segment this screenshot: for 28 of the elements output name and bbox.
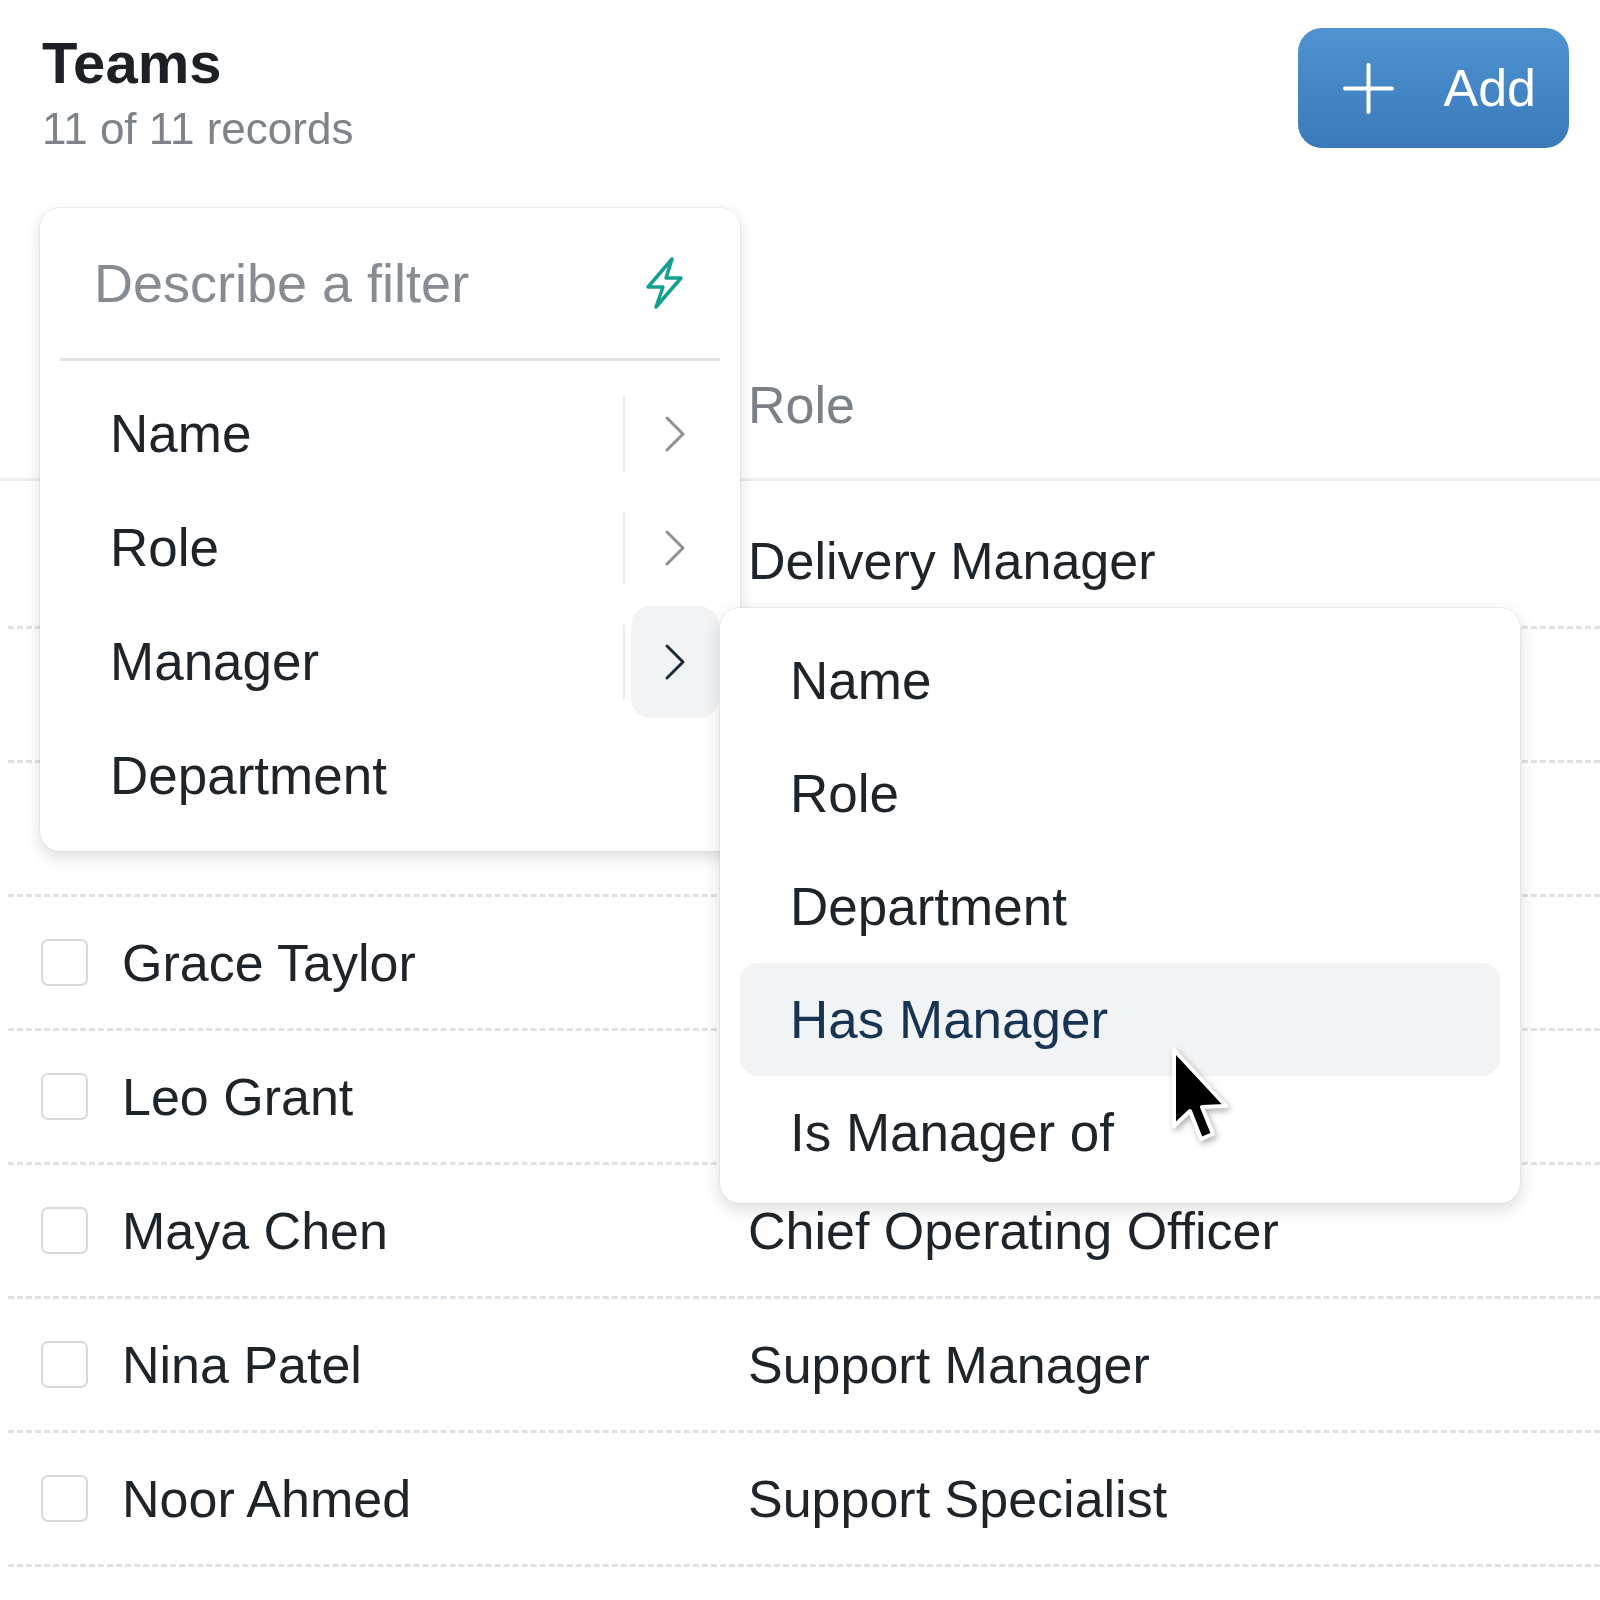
checkbox[interactable] [41,1475,88,1522]
submenu-item[interactable]: Role [740,737,1500,850]
menu-item[interactable]: Role [40,491,623,605]
checkbox[interactable] [41,1207,88,1254]
chevron-right-icon [664,415,686,453]
menu-item[interactable]: Department [40,719,719,833]
checkbox[interactable] [41,1341,88,1388]
table-cell: Nina Patel [122,1338,362,1391]
filter-input[interactable]: Describe a filter [94,228,620,338]
menu-item[interactable]: Manager [40,605,623,719]
chevron-right-icon [664,529,686,567]
submenu-button[interactable] [631,606,719,718]
chevron-right-icon [664,643,686,681]
submenu-item[interactable]: Department [740,850,1500,963]
menu-item[interactable]: Name [40,377,623,491]
page-title: Teams [42,31,222,95]
submenu-item[interactable]: Is Manager of [740,1076,1500,1189]
submenu-item[interactable]: Has Manager [740,963,1500,1076]
checkbox[interactable] [41,1073,88,1120]
column-header: Role [748,378,855,431]
checkbox[interactable] [41,939,88,986]
plus-icon [1343,62,1395,114]
record-count: 11 of 11 records [42,103,354,155]
table-cell: Leo Grant [122,1070,354,1123]
table-cell: Noor Ahmed [122,1472,412,1525]
submenu-item[interactable]: Name [740,624,1500,737]
add-button[interactable]: Add [1298,28,1569,148]
lightning-icon [644,256,685,310]
